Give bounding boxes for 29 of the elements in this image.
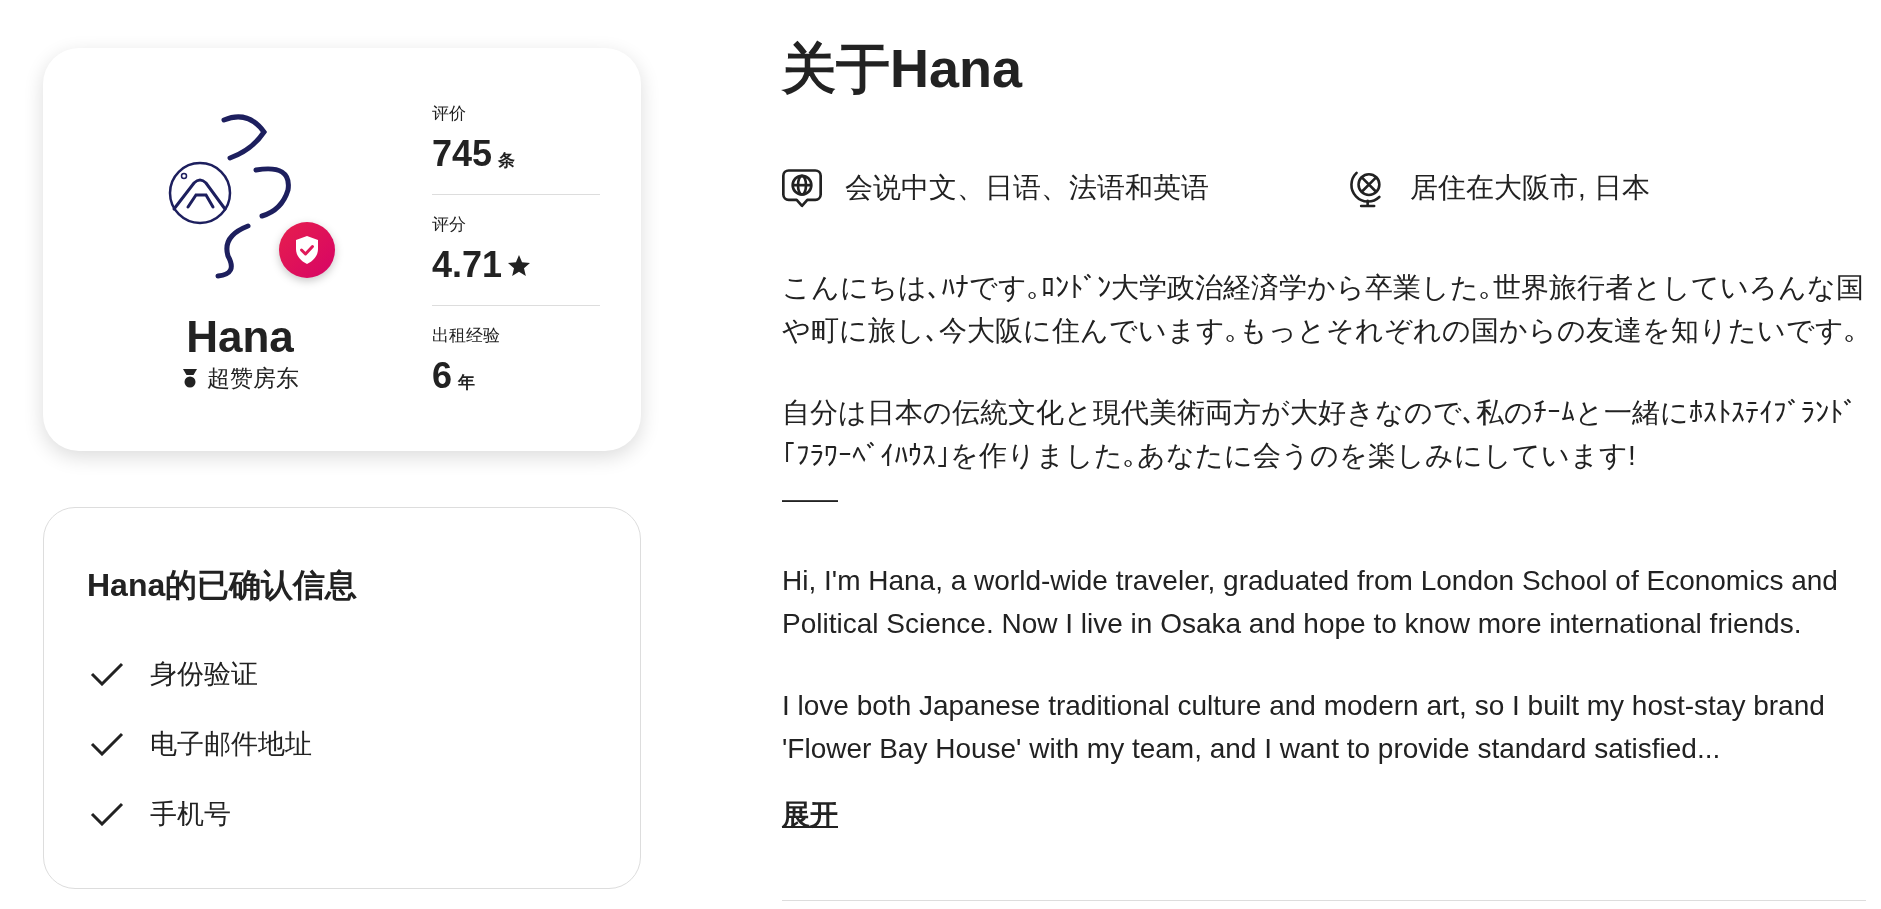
verified-item-label: 手机号 xyxy=(150,798,231,831)
speech-bubble-globe-icon xyxy=(782,168,822,208)
star-icon xyxy=(508,254,531,276)
stat-value: 6 xyxy=(432,356,453,396)
about-title: 关于Hana xyxy=(782,37,1024,99)
fact-text: 居住在大阪市, 日本 xyxy=(1410,171,1650,205)
medal-icon xyxy=(181,368,198,388)
superhost-label: 超赞房东 xyxy=(206,364,299,393)
stat-unit: 条 xyxy=(498,150,516,172)
verified-item-label: 身份验证 xyxy=(150,658,258,691)
description-paragraph: I love both Japanese traditional culture and modern art, so I built my host-stay brand 'Flower Bay House' with my team, and I want to provide standard satisfied... xyxy=(782,689,1826,766)
show-more-link[interactable]: 展开 xyxy=(782,793,838,836)
check-icon xyxy=(90,662,124,686)
host-name: Hana xyxy=(186,312,294,362)
verified-item-label: 电子邮件地址 xyxy=(150,728,312,761)
description-paragraph: 自分は日本の伝統文化と現代美術両方が大好きなので､私のﾁｰﾑと一緒にﾎｽﾄｽﾃｲﾌﾞﾗﾝﾄﾞ｢ﾌﾗﾜｰﾍﾞｲﾊｳｽ｣を作りました｡あなたに会うのを楽しみにしています! —— xyxy=(782,396,1858,516)
check-icon xyxy=(90,732,124,756)
description-paragraph: こんにちは､ﾊﾅです｡ﾛﾝﾄﾞﾝ大学政治経済学から卒業した｡世界旅行者としていろんな国や町に旅し､今大阪に住んでいます｡もっとそれぞれの国からの友達を知りたいです｡ xyxy=(782,271,1865,348)
check-icon xyxy=(90,802,124,826)
stat-value: 745 xyxy=(432,134,493,174)
stat-label: 评分 xyxy=(432,214,467,236)
shield-check-icon xyxy=(279,222,335,278)
card-title: Hana的已确认信息 xyxy=(87,566,359,605)
stat-label: 评价 xyxy=(432,103,467,125)
stat-value: 4.71 xyxy=(432,245,503,285)
stat-unit: 年 xyxy=(458,372,476,394)
fact-text: 会说中文、日语、法语和英语 xyxy=(845,171,1209,205)
description-paragraph: Hi, I'm Hana, a world-wide traveler, graduated from London School of Economics and Political Science. Now I live in Osaka and hope to know more international friends. xyxy=(782,564,1839,641)
stat-label: 出租经验 xyxy=(432,325,501,347)
